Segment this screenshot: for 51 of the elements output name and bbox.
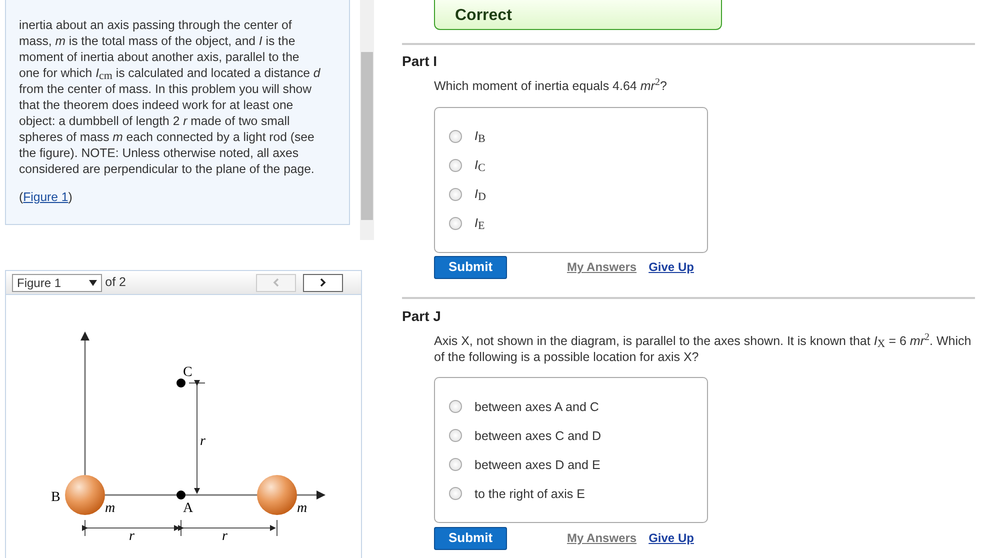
scrollbar[interactable] [360, 0, 374, 240]
give-up-link[interactable]: Give Up [648, 258, 694, 276]
submit-button[interactable]: Submit [434, 256, 507, 279]
distance-label: r [129, 529, 134, 544]
chevron-right-icon [320, 278, 326, 287]
parenthesis: ) [68, 190, 72, 204]
point-label: C [183, 365, 192, 380]
radio-button[interactable] [449, 400, 462, 414]
radio-button[interactable] [449, 429, 462, 442]
distance-label: r [222, 529, 228, 544]
radio-button[interactable] [449, 130, 462, 142]
next-button[interactable] [302, 274, 342, 292]
scrollbar-thumb[interactable] [361, 52, 373, 220]
option-label[interactable]: I$_{C}$ [474, 156, 486, 174]
question-text: Which moment of inertia equals 4.64 mr$^{2}$? [434, 78, 668, 94]
radio-button[interactable] [449, 216, 462, 230]
radio-button[interactable] [449, 487, 462, 500]
figure-select[interactable]: Figure 1 [12, 274, 102, 292]
option-label[interactable]: I$_{E}$ [474, 214, 485, 232]
submit-button[interactable]: Submit [434, 526, 507, 550]
sphere [65, 475, 105, 515]
distance-label: r [200, 434, 206, 449]
option-label[interactable]: between axes A and C [474, 398, 599, 416]
give-up-link[interactable]: Give Up [648, 529, 694, 547]
parenthesis: ( [19, 190, 24, 204]
radio-button[interactable] [449, 458, 462, 472]
part-title: Part J [402, 306, 442, 326]
point-label: B [51, 490, 60, 505]
my-answers-link[interactable]: My Answers [567, 258, 637, 276]
figure-link[interactable]: Figure 1 [23, 190, 68, 204]
option-label[interactable]: between axes C and D [474, 426, 601, 446]
sphere [257, 475, 297, 515]
problem-text: inertia about an axis passing through the center of mass, m is the total mass of the object, and I is the moment of inertia about another axis, parallel to the one for which I$_{cm}$ is calculated and located a distance d from the center of mass. In this problem you will show that the theorem does indeed work for at least one object: a dumbbell of length 2 r made of two small spheres of mass m each connected by a light rod (see the figure). NOTE: Unless otherwise noted, all axes considered are perpendicular to the plane of the page. [19, 16, 322, 176]
mass-label: m [297, 501, 308, 516]
part-title: Part I [402, 52, 438, 71]
option-label[interactable]: between axes D and E [474, 456, 600, 474]
radio-button[interactable] [449, 188, 462, 200]
caret-icon [89, 280, 97, 286]
option-label[interactable]: I$_{D}$ [474, 184, 486, 204]
option-label[interactable]: to the right of axis E [474, 484, 585, 504]
my-answers-link[interactable]: My Answers [567, 529, 637, 547]
feedback-message: Correct [434, 0, 722, 30]
radio-button[interactable] [449, 158, 462, 172]
chevron-left-icon [273, 278, 280, 287]
option-label[interactable]: I$_{B}$ [474, 126, 486, 146]
question-text: Axis X, not shown in the diagram, is parallel to the axes shown. It is known that I$_{X}$ = 6 mr$^{2}$. Which of the following is a possible location for axis X? [434, 332, 972, 365]
point [176, 490, 186, 500]
point-label: A [183, 501, 194, 516]
figure-count: of 2 [105, 274, 126, 292]
point [176, 378, 186, 388]
mass-label: m [105, 501, 116, 516]
